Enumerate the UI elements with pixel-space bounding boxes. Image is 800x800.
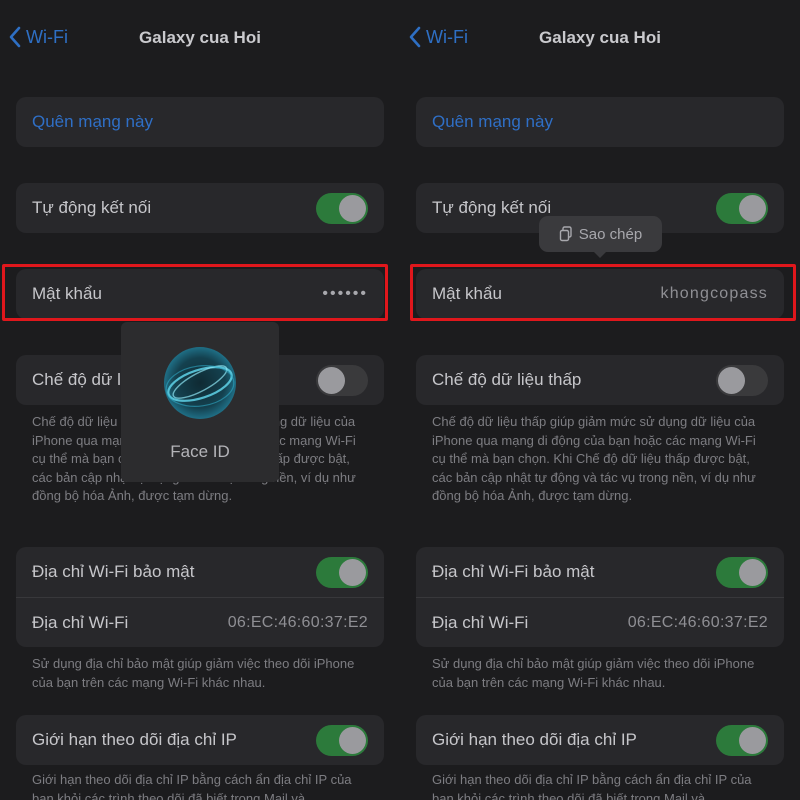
left-screen: Wi-Fi Galaxy cua Hoi Quên mạng này Tự độ…	[0, 0, 400, 800]
forget-group: Quên mạng này	[416, 97, 784, 147]
password-row[interactable]: Mật khẩu ••••••	[16, 269, 384, 319]
private-address-toggle[interactable]	[316, 556, 368, 588]
face-id-icon	[164, 347, 236, 419]
password-row[interactable]: Mật khẩu khongcopass	[416, 269, 784, 319]
limit-ip-group: Giới hạn theo dõi địa chỉ IP	[16, 715, 384, 765]
toggle-knob	[739, 726, 766, 754]
face-id-dialog: Face ID	[121, 322, 279, 482]
toggle-knob	[339, 194, 366, 222]
private-address-note: Sử dụng địa chỉ bảo mật giúp giảm việc t…	[32, 656, 355, 690]
wifi-address-row: Địa chỉ Wi-Fi 06:EC:46:60:37:E2	[416, 597, 784, 647]
page-title: Galaxy cua Hoi	[539, 28, 661, 47]
limit-ip-note: Giới hạn theo dõi địa chỉ IP bằng cách ẩ…	[32, 772, 352, 800]
password-value: khongcopass	[660, 285, 768, 302]
password-value: ••••••	[322, 285, 368, 302]
private-address-row: Địa chỉ Wi-Fi bảo mật	[16, 547, 384, 597]
face-id-label: Face ID	[170, 442, 230, 461]
password-label: Mật khẩu	[32, 284, 102, 303]
right-screen: Wi-Fi Galaxy cua Hoi Quên mạng này Tự độ…	[400, 0, 800, 800]
auto-join-toggle[interactable]	[716, 192, 768, 224]
private-address-label: Địa chỉ Wi-Fi bảo mật	[32, 562, 195, 581]
popover-tail	[593, 251, 607, 258]
toggle-knob	[718, 366, 745, 394]
copy-icon	[559, 226, 572, 242]
low-data-toggle[interactable]	[716, 364, 768, 396]
low-data-label: Chế độ dữ li	[32, 370, 125, 389]
low-data-toggle[interactable]	[316, 364, 368, 396]
private-address-label: Địa chỉ Wi-Fi bảo mật	[432, 562, 595, 581]
wifi-address-label: Địa chỉ Wi-Fi	[32, 612, 129, 632]
forget-network-label: Quên mạng này	[32, 112, 153, 131]
auto-join-label: Tự động kết nối	[32, 198, 152, 217]
copy-popover[interactable]: Sao chép	[539, 216, 662, 258]
low-data-group: Chế độ dữ liệu thấp	[416, 355, 784, 405]
page-title: Galaxy cua Hoi	[139, 28, 261, 47]
toggle-knob	[339, 726, 366, 754]
nav-bar: Wi-Fi Galaxy cua Hoi	[0, 0, 400, 76]
wifi-address-value: 06:EC:46:60:37:E2	[627, 613, 768, 631]
toggle-knob	[339, 558, 366, 586]
address-group: Địa chỉ Wi-Fi bảo mật Địa chỉ Wi-Fi 06:E…	[416, 547, 784, 647]
address-group: Địa chỉ Wi-Fi bảo mật Địa chỉ Wi-Fi 06:E…	[16, 547, 384, 647]
nav-bar: Wi-Fi Galaxy cua Hoi	[400, 0, 800, 76]
limit-ip-group: Giới hạn theo dõi địa chỉ IP	[416, 715, 784, 765]
forget-network-button[interactable]: Quên mạng này	[416, 97, 784, 147]
auto-join-toggle[interactable]	[316, 192, 368, 224]
auto-join-group: Tự động kết nối	[16, 183, 384, 233]
low-data-label: Chế độ dữ liệu thấp	[432, 370, 582, 389]
limit-ip-toggle[interactable]	[716, 724, 768, 756]
forget-network-button[interactable]: Quên mạng này	[16, 97, 384, 147]
forget-network-label: Quên mạng này	[432, 112, 553, 131]
copy-label: Sao chép	[578, 225, 643, 243]
password-label: Mật khẩu	[432, 284, 502, 303]
toggle-knob	[739, 194, 766, 222]
password-group: Mật khẩu khongcopass	[416, 269, 784, 319]
toggle-knob	[739, 558, 766, 586]
forget-group: Quên mạng này	[16, 97, 384, 147]
auto-join-label: Tự động kết nối	[432, 198, 552, 217]
private-address-row: Địa chỉ Wi-Fi bảo mật	[416, 547, 784, 597]
toggle-knob	[318, 366, 345, 394]
low-data-row: Chế độ dữ liệu thấp	[416, 355, 784, 405]
auto-join-row: Tự động kết nối	[16, 183, 384, 233]
private-address-note: Sử dụng địa chỉ bảo mật giúp giảm việc t…	[432, 656, 755, 690]
low-data-note: Chế độ dữ liệu thấp giúp giảm mức sử dụn…	[432, 414, 756, 503]
limit-ip-note: Giới hạn theo dõi địa chỉ IP bằng cách ẩ…	[432, 772, 752, 800]
limit-ip-label: Giới hạn theo dõi địa chỉ IP	[32, 730, 237, 749]
wifi-address-label: Địa chỉ Wi-Fi	[432, 612, 529, 632]
limit-ip-label: Giới hạn theo dõi địa chỉ IP	[432, 730, 637, 749]
limit-ip-toggle[interactable]	[316, 724, 368, 756]
password-group: Mật khẩu ••••••	[16, 269, 384, 319]
wifi-address-row: Địa chỉ Wi-Fi 06:EC:46:60:37:E2	[16, 597, 384, 647]
limit-ip-row: Giới hạn theo dõi địa chỉ IP	[416, 715, 784, 765]
private-address-toggle[interactable]	[716, 556, 768, 588]
limit-ip-row: Giới hạn theo dõi địa chỉ IP	[16, 715, 384, 765]
wifi-address-value: 06:EC:46:60:37:E2	[227, 613, 368, 631]
